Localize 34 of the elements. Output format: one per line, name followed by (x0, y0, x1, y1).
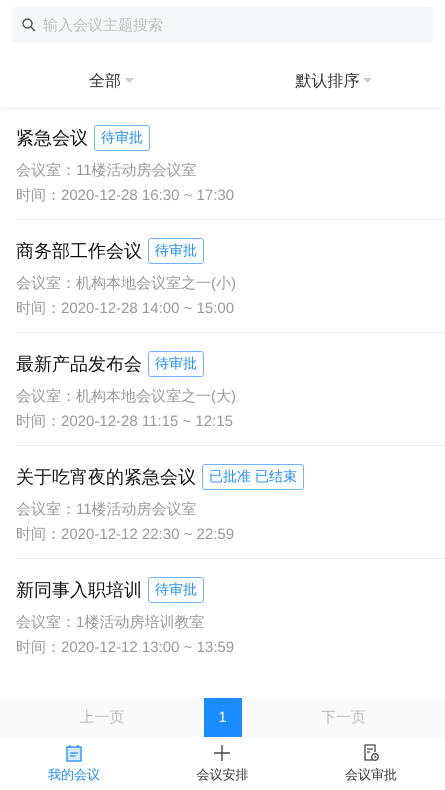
status-tag: 已批准 已结束 (202, 464, 304, 490)
meeting-room: 会议室：机构本地会议室之一(大) (16, 387, 237, 406)
filter-dropdown[interactable]: 默认排序 (295, 70, 372, 92)
caret-icon (124, 78, 134, 84)
meeting-card[interactable]: 商务部工作会议 待审批 会议室：机构本地会议室之一(小) 时间：2020-12-28 14:00 ~ 15:00 (16, 220, 445, 333)
search-icon (22, 18, 36, 32)
caret-icon (363, 78, 372, 84)
meeting-card[interactable]: 紧急会议 待审批 会议室：11楼活动房会议室 时间：2020-12-28 16:30 ~ 17:30 (16, 107, 445, 220)
calendar-icon (66, 744, 82, 762)
meeting-card[interactable]: 新同事入职培训 待审批 会议室：1楼活动房培训教室 时间：2020-12-12 13:00 ~ 13:59 (16, 559, 445, 671)
meeting-room: 会议室：机构本地会议室之一(小) (16, 274, 237, 293)
meeting-title: 新同事入职培训 (16, 579, 142, 602)
meeting-card[interactable]: 最新产品发布会 待审批 会议室：机构本地会议室之一(大) 时间：2020-12-28 11:15 ~ 12:15 (16, 333, 445, 446)
meeting-title: 商务部工作会议 (16, 240, 142, 263)
meeting-room: 会议室：11楼活动房会议室 (16, 161, 198, 180)
meeting-card[interactable]: 关于吃宵夜的紧急会议 已批准 已结束 会议室：11楼活动房会议室 时间：2020-12-12 22:30 ~ 22:59 (16, 446, 445, 559)
meeting-time: 时间：2020-12-28 14:00 ~ 15:00 (16, 299, 236, 318)
meeting-title: 关于吃宵夜的紧急会议 (16, 466, 196, 489)
meeting-title: 紧急会议 (16, 127, 88, 150)
search-field[interactable]: 输入会议主题搜索 (12, 7, 433, 43)
filter-dropdown[interactable]: 全部 (88, 70, 134, 92)
meeting-time: 时间：2020-12-28 11:15 ~ 12:15 (16, 412, 234, 431)
meeting-time: 时间：2020-12-28 16:30 ~ 17:30 (16, 186, 236, 205)
status-tag: 待审批 (148, 351, 204, 377)
plus-icon (213, 744, 232, 762)
meeting-time: 时间：2020-12-12 13:00 ~ 13:59 (16, 638, 236, 657)
meeting-time: 时间：2020-12-12 22:30 ~ 22:59 (16, 525, 236, 544)
status-tag: 待审批 (148, 577, 204, 603)
status-tag: 待审批 (148, 238, 204, 264)
meeting-room: 会议室：11楼活动房会议室 (16, 500, 198, 519)
status-tag: 待审批 (94, 125, 150, 151)
document-clock-icon (362, 744, 379, 762)
meeting-room: 会议室：1楼活动房培训教室 (16, 613, 206, 632)
meeting-title: 最新产品发布会 (16, 353, 142, 376)
